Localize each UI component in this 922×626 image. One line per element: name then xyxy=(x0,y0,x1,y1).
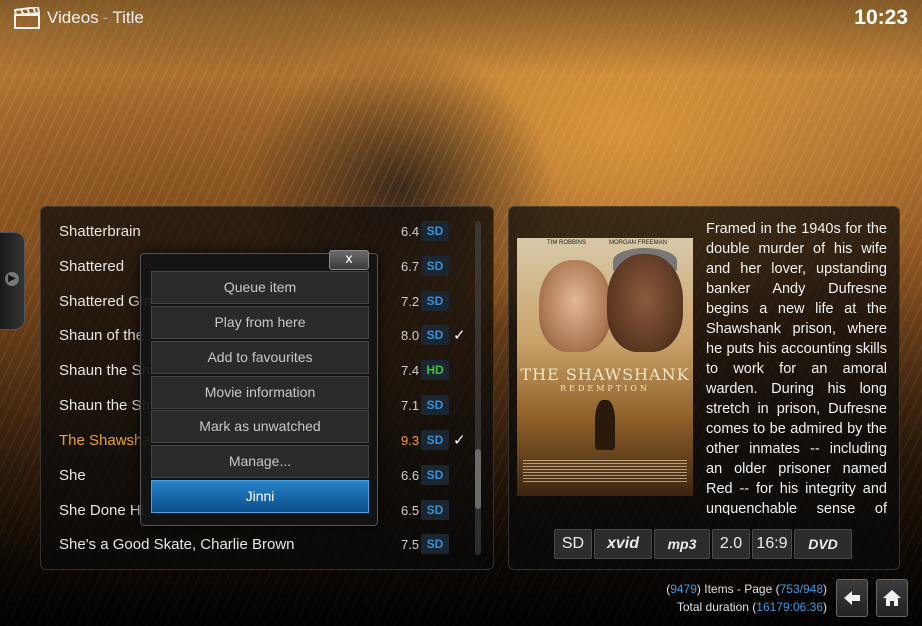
quality-badge: SD xyxy=(421,221,449,241)
header-bar: Videos - Title 10:23 xyxy=(0,0,922,38)
menu-item-manage[interactable]: Manage... xyxy=(151,445,369,478)
quality-badge: SD xyxy=(421,325,449,345)
menu-item-mark-unwatched[interactable]: Mark as unwatched xyxy=(151,410,369,443)
duration-label: Total duration xyxy=(676,600,749,614)
quality-badge: SD xyxy=(421,430,449,450)
clock: 10:23 xyxy=(854,6,908,29)
quality-badge: HD xyxy=(421,360,449,380)
poster-figure xyxy=(595,400,615,450)
movie-poster: TIM ROBBINS MORGAN FREEMAN THE SHAWSHANK… xyxy=(517,238,693,496)
quality-badge: SD xyxy=(421,465,449,485)
list-scrollbar[interactable] xyxy=(475,221,481,555)
menu-item-movie-information[interactable]: Movie information xyxy=(151,376,369,409)
quality-badge: SD xyxy=(421,500,449,520)
movie-rating: 7.1 xyxy=(401,398,420,413)
poster-credits-block xyxy=(523,460,687,482)
movie-rating: 9.3 xyxy=(401,433,420,448)
close-button[interactable]: x xyxy=(329,250,369,270)
clapperboard-icon xyxy=(14,7,40,29)
watched-check-icon: ✓ xyxy=(453,432,466,449)
home-button[interactable] xyxy=(876,579,908,617)
flag-audio-codec: mp3 xyxy=(654,529,710,559)
view-label: Title xyxy=(112,8,144,27)
quality-badge: SD xyxy=(421,534,449,554)
back-arrow-icon xyxy=(844,591,860,605)
menu-item-queue[interactable]: Queue item xyxy=(151,271,369,304)
poster-actor-left: TIM ROBBINS xyxy=(547,240,587,246)
page-title: Videos - Title xyxy=(47,8,144,28)
flag-source-dvd: DVD xyxy=(794,529,852,559)
flag-aspect-ratio: 16:9 xyxy=(752,529,792,559)
chevron-right-icon: ▶ xyxy=(5,272,19,286)
movie-rating: 7.5 xyxy=(401,537,420,552)
menu-item-jinni[interactable]: Jinni xyxy=(151,480,369,513)
movie-rating: 8.0 xyxy=(401,328,420,343)
section-label: Videos xyxy=(47,8,99,27)
menu-item-add-favourites[interactable]: Add to favourites xyxy=(151,341,369,374)
items-summary: (9479) Items - Page (753/948) xyxy=(666,582,827,596)
page-indicator: 753/948 xyxy=(779,582,823,596)
list-item[interactable]: She's a Good Skate, Charlie Brown 7.5 SD xyxy=(59,530,479,560)
quality-badge: SD xyxy=(421,291,449,311)
items-label: Items - Page xyxy=(704,582,773,596)
movie-title: Shaun the Sh xyxy=(59,397,150,414)
poster-subtitle: REDEMPTION xyxy=(560,384,650,393)
movie-title: Shattered xyxy=(59,258,125,275)
movie-rating: 6.5 xyxy=(401,503,420,518)
movie-title: Shaun of the xyxy=(59,327,145,344)
side-menu-tab[interactable]: ▶ xyxy=(0,232,25,330)
movie-rating: 7.4 xyxy=(401,363,420,378)
back-button[interactable] xyxy=(836,579,868,617)
movie-title: Shaun the Sh xyxy=(59,362,150,379)
poster-title: THE SHAWSHANK xyxy=(520,365,690,384)
watched-check-icon: ✓ xyxy=(453,327,466,344)
movie-rating: 6.7 xyxy=(401,259,420,274)
quality-badge: SD xyxy=(421,395,449,415)
flag-video-codec: xvid xyxy=(594,529,652,559)
flag-video-resolution: SD xyxy=(554,529,592,559)
poster-actor-right: MORGAN FREEMAN xyxy=(609,240,668,246)
movie-title: She's a Good Skate, Charlie Brown xyxy=(59,536,295,553)
home-icon xyxy=(883,590,901,606)
context-menu: x Queue item Play from here Add to favou… xyxy=(140,250,378,526)
flag-audio-channels: 2.0 xyxy=(712,529,750,559)
movie-title: Shatterbrain xyxy=(59,223,141,240)
movie-rating: 6.6 xyxy=(401,468,420,483)
poster-face-left xyxy=(539,260,611,352)
list-item[interactable]: Shatterbrain 6.4 SD xyxy=(59,217,479,247)
movie-title: The Shawsha xyxy=(59,432,151,449)
movie-info-panel: TIM ROBBINS MORGAN FREEMAN THE SHAWSHANK… xyxy=(508,206,900,570)
movie-rating: 6.4 xyxy=(401,224,420,239)
menu-item-play-from-here[interactable]: Play from here xyxy=(151,306,369,339)
footer-info: (9479) Items - Page (753/948) Total dura… xyxy=(527,580,827,616)
poster-face-right xyxy=(607,254,683,352)
movie-rating: 7.2 xyxy=(401,294,420,309)
total-duration: 16179:06:36 xyxy=(756,600,823,614)
duration-summary: Total duration (16179:06:36) xyxy=(676,600,827,614)
scrollbar-thumb[interactable] xyxy=(475,449,481,509)
movie-title: She Done Hi xyxy=(59,502,145,519)
quality-badge: SD xyxy=(421,256,449,276)
items-count: 9479 xyxy=(670,582,697,596)
plot-summary: Framed in the 1940s for the double murde… xyxy=(706,221,887,515)
movie-title: Shattered Gla xyxy=(59,293,152,310)
title-separator: - xyxy=(102,8,109,27)
movie-title: She xyxy=(59,467,86,484)
